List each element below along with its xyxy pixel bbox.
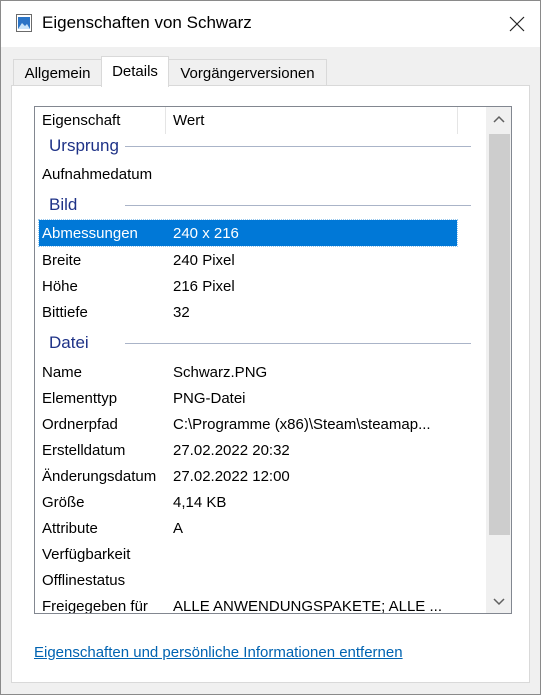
table-row[interactable]: Änderungsdatum 27.02.2022 12:00 (35, 463, 485, 489)
table-row-selected[interactable]: Abmessungen 240 x 216 (38, 219, 458, 247)
group-heading-origin: Ursprung (35, 134, 485, 158)
table-row[interactable]: Breite 240 Pixel (35, 247, 485, 273)
details-panel: Eigenschaft Wert Ursprung Aufnahmedatum … (11, 85, 530, 683)
property-list[interactable]: Eigenschaft Wert Ursprung Aufnahmedatum … (34, 106, 512, 614)
close-button[interactable] (494, 1, 540, 47)
group-divider-line (125, 205, 471, 206)
table-row[interactable]: Aufnahmedatum (35, 161, 485, 187)
table-row[interactable]: Elementtyp PNG-Datei (35, 385, 485, 411)
table-row[interactable]: Verfügbarkeit (35, 541, 485, 567)
chevron-down-icon (492, 597, 505, 605)
group-heading-image: Bild (35, 193, 485, 217)
table-row[interactable]: Offlinestatus (35, 567, 485, 593)
list-header: Eigenschaft Wert (35, 107, 485, 134)
group-heading-file: Datei (35, 331, 485, 355)
close-icon (509, 16, 525, 32)
column-divider[interactable] (457, 107, 458, 134)
chevron-up-icon (492, 115, 505, 123)
table-row[interactable]: Höhe 216 Pixel (35, 273, 485, 299)
remove-properties-link[interactable]: Eigenschaften und persönliche Informatio… (34, 644, 403, 661)
table-row[interactable]: Attribute A (35, 515, 485, 541)
table-row[interactable]: Ordnerpfad C:\Programme (x86)\Steam\stea… (35, 411, 485, 437)
image-file-icon (16, 14, 32, 32)
tab-general[interactable]: Allgemein (13, 59, 102, 86)
properties-dialog: Eigenschaften von Schwarz Allgemein Deta… (0, 0, 541, 695)
group-divider-line (125, 343, 471, 344)
window-title: Eigenschaften von Schwarz (42, 13, 252, 32)
vertical-scrollbar[interactable] (486, 107, 511, 613)
column-header-value[interactable]: Wert (173, 112, 204, 129)
table-row[interactable]: Name Schwarz.PNG (35, 359, 485, 385)
scrollbar-thumb[interactable] (489, 134, 510, 535)
table-row[interactable]: Erstelldatum 27.02.2022 20:32 (35, 437, 485, 463)
tab-strip: Allgemein Details Vorgängerversionen (1, 56, 540, 87)
column-header-property[interactable]: Eigenschaft (42, 112, 120, 129)
title-bar: Eigenschaften von Schwarz (1, 1, 540, 47)
tab-previous-versions[interactable]: Vorgängerversionen (168, 59, 327, 86)
group-divider-line (125, 146, 471, 147)
column-divider[interactable] (165, 107, 166, 134)
table-row[interactable]: Bittiefe 32 (35, 299, 485, 325)
table-row[interactable]: Freigegeben für ALLE ANWENDUNGSPAKETE; A… (35, 593, 485, 613)
table-row[interactable]: Größe 4,14 KB (35, 489, 485, 515)
tab-details[interactable]: Details (101, 56, 169, 87)
scroll-up-button[interactable] (486, 107, 511, 130)
scroll-down-button[interactable] (486, 590, 511, 613)
